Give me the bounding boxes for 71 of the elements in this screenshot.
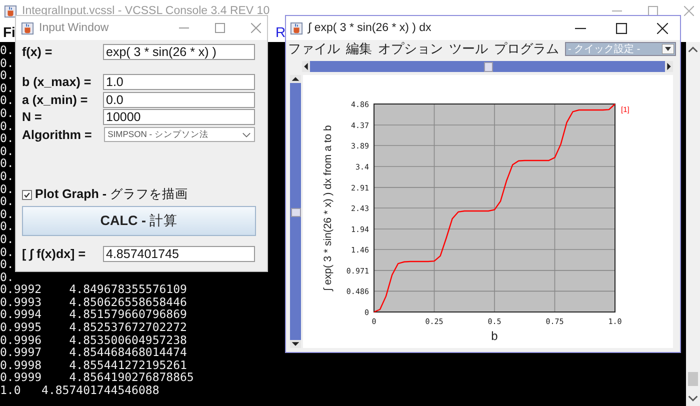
menu-item[interactable]: 編集	[346, 40, 372, 58]
menu-item[interactable]: プログラム	[494, 40, 559, 58]
window-title: Input Window	[39, 22, 109, 34]
console-line: 0.	[0, 246, 14, 258]
algorithm-dropdown[interactable]: SIMPSON - シンプソン法	[104, 127, 255, 142]
input-field[interactable]: 10000	[103, 109, 255, 126]
console-line: 0.	[0, 208, 14, 220]
axis-title: b	[491, 329, 498, 343]
console-line: 0.	[0, 132, 14, 145]
window-title: IntegralInput.vcssl - VCSSL Console 3.4 REV 10	[22, 5, 270, 17]
scroll-thumb[interactable]	[688, 372, 698, 386]
slider-thumb[interactable]	[484, 62, 492, 72]
menu-item[interactable]: R	[275, 24, 286, 40]
field-label: a (x_min) =	[22, 92, 89, 107]
console-line: 0.	[0, 106, 14, 120]
up-arrow-icon[interactable]	[290, 75, 301, 83]
field-label: Algorithm =	[22, 128, 93, 142]
console-line: 0.	[0, 44, 14, 57]
console-line: 0.	[0, 144, 14, 158]
console-line: 0.9997 4.854468468014474	[0, 346, 187, 359]
console-line: 0.9993 4.850626558658446	[0, 296, 187, 308]
console-line: 0.	[0, 220, 14, 233]
vertical-slider[interactable]	[290, 75, 301, 348]
cup-icon	[21, 22, 34, 34]
console-line: 0.	[0, 170, 14, 183]
console-line: 0.9994 4.851579660796869	[0, 308, 187, 322]
checkbox-label[interactable]: Plot Graph - グラフを描画	[35, 186, 188, 203]
maximize-icon[interactable]	[616, 22, 627, 34]
result-label: [ ∫ f(x)dx] =	[22, 247, 86, 262]
console-line: 1.0 4.857401744546088	[0, 384, 160, 397]
cup-icon	[290, 22, 303, 34]
input-field[interactable]: exp( 3 * sin(26 * x) )	[103, 44, 255, 60]
console-line: 0.	[0, 120, 14, 132]
axis-title: ∫ exp( 3 * sin(26 * x) ) dx from a to b	[322, 125, 334, 291]
menu-item[interactable]: Fi	[3, 24, 16, 40]
console-line: 0.	[0, 195, 14, 208]
left-arrow-icon[interactable]	[302, 60, 310, 72]
close-icon[interactable]	[657, 22, 668, 34]
menu-item[interactable]: ファイル	[288, 40, 340, 58]
field-label: b (x_max) =	[22, 75, 92, 90]
input-field[interactable]: 0.0	[103, 92, 255, 108]
console-line: 0.	[0, 182, 14, 196]
console-line: 0.	[0, 94, 14, 107]
right-arrow-icon[interactable]	[665, 60, 673, 72]
console-line: 0.	[0, 69, 14, 82]
console-line: 0.	[0, 270, 14, 284]
window-title: ∫ exp( 3 * sin(26 * x) ) dx	[308, 22, 432, 34]
console-line: 0.	[0, 82, 14, 94]
menu-item[interactable]: ツール	[449, 40, 488, 58]
field-label: f(x) =	[22, 44, 54, 59]
console-line: 0.9999 4.8564190276878865	[0, 371, 194, 384]
menu-item[interactable]: オプション	[378, 40, 443, 58]
console-line: 0.9992 4.849678355576109	[0, 283, 187, 296]
scrollbar[interactable]	[686, 42, 700, 406]
field-label: N =	[22, 110, 43, 124]
down-arrow-icon[interactable]	[290, 340, 301, 348]
console-line: 0.	[0, 232, 14, 246]
calc-button[interactable]: CALC - 計算	[22, 206, 256, 236]
console-line: 0.	[0, 157, 14, 170]
result-field[interactable]: 4.857401745	[103, 246, 255, 262]
slider-thumb[interactable]	[291, 208, 301, 216]
console-line: 0.9996 4.853500604957238	[0, 334, 187, 346]
input-field[interactable]: 1.0	[103, 74, 255, 90]
console-line: 0.	[0, 258, 14, 271]
horizontal-slider[interactable]	[302, 60, 673, 72]
dropdown-arrow-icon	[662, 44, 674, 54]
chevron-icon	[242, 132, 251, 138]
checkbox[interactable]	[22, 190, 32, 200]
console-line: 0.9995 4.852537672702272	[0, 321, 187, 334]
console-line: 0.9998 4.855441272195261	[0, 358, 187, 372]
console-line: 0.	[0, 56, 14, 70]
